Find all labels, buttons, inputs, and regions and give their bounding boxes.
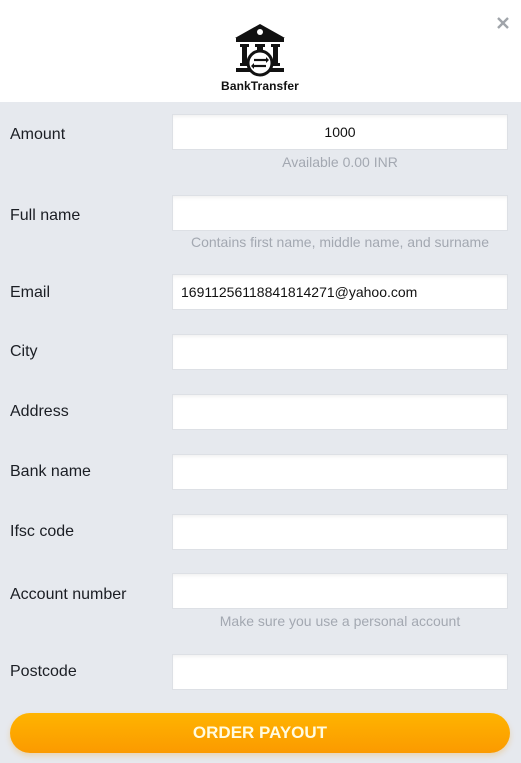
logo-text: BankTransfer (221, 79, 299, 93)
bank-name-label: Bank name (10, 463, 91, 480)
ifsc-code-input[interactable] (172, 514, 508, 550)
ifsc-code-label: Ifsc code (10, 523, 75, 540)
postcode-label: Postcode (10, 663, 77, 680)
email-input[interactable]: 16911256118841814271@yahoo.com (172, 274, 508, 310)
header: BankTransfer (0, 0, 521, 102)
account-number-label: Account number (10, 586, 127, 603)
order-payout-button[interactable]: ORDER PAYOUT (10, 713, 510, 753)
close-icon[interactable] (496, 16, 510, 30)
account-number-hint: Make sure you use a personal account (219, 613, 461, 629)
amount-value: 1000 (324, 124, 356, 140)
postcode-input[interactable] (172, 654, 508, 690)
bank-name-input[interactable] (172, 454, 508, 490)
address-input[interactable] (172, 394, 508, 430)
city-input[interactable] (172, 334, 508, 370)
city-label: City (10, 343, 38, 360)
bank-transfer-icon (235, 24, 285, 77)
email-value: 16911256118841814271@yahoo.com (181, 284, 418, 300)
amount-input[interactable]: 1000 (172, 114, 508, 150)
email-label: Email (10, 284, 51, 301)
account-number-input[interactable] (172, 573, 508, 609)
logo: BankTransfer (218, 22, 302, 98)
full-name-label: Full name (10, 207, 81, 224)
full-name-hint: Contains first name, middle name, and su… (190, 234, 490, 250)
address-label: Address (10, 403, 69, 420)
amount-hint: Available 0.00 INR (282, 154, 398, 170)
amount-label: Amount (10, 126, 66, 143)
full-name-input[interactable] (172, 195, 508, 231)
